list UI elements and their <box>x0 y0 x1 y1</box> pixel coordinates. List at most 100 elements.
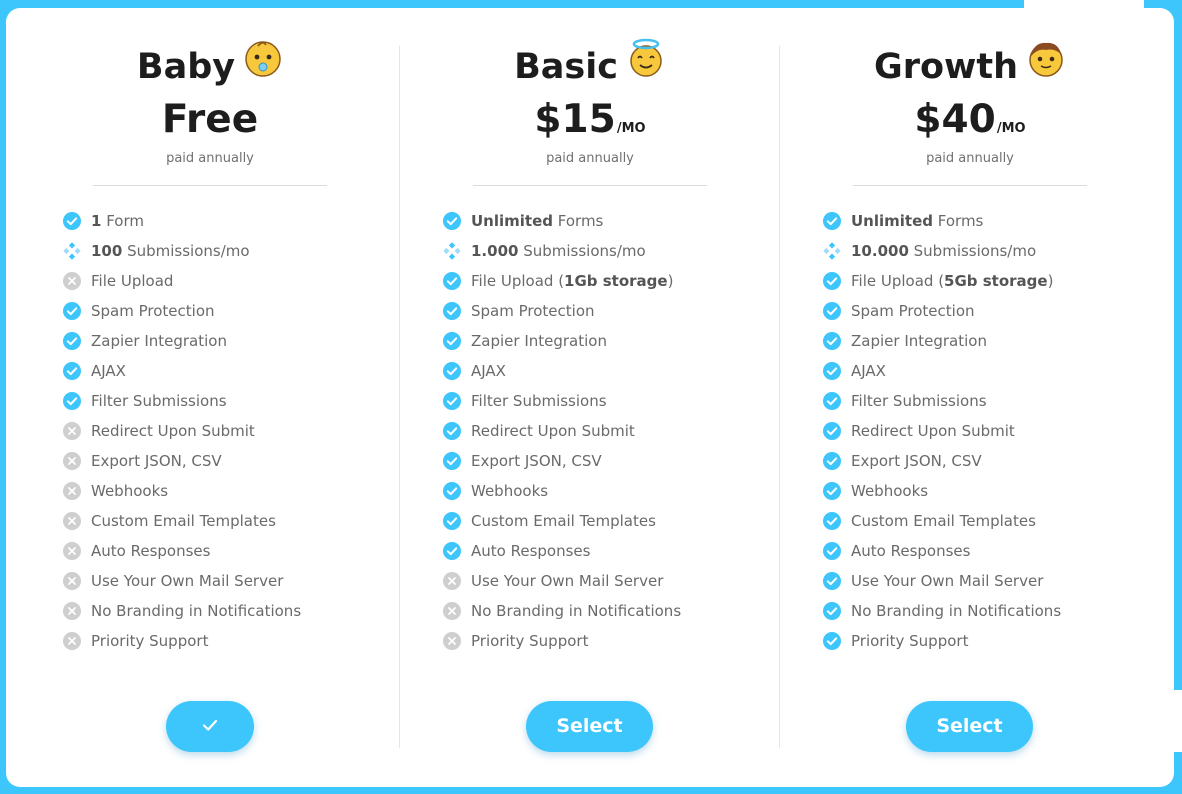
boy-face-emoji-icon <box>1026 38 1066 90</box>
feature-item: Filter Submissions <box>443 386 681 416</box>
feature-item: Webhooks <box>63 476 301 506</box>
feature-label: Custom Email Templates <box>851 506 1036 536</box>
feature-highlight: 100 <box>91 242 123 260</box>
feature-text: AJAX <box>471 362 506 380</box>
feature-item: No Branding in Notifications <box>823 596 1061 626</box>
feature-item: Auto Responses <box>63 536 301 566</box>
feature-item: Export JSON, CSV <box>823 446 1061 476</box>
feature-text: Auto Responses <box>851 542 971 560</box>
feature-item: AJAX <box>443 356 681 386</box>
feature-label: Filter Submissions <box>91 386 227 416</box>
check-circle-icon <box>63 332 81 350</box>
feature-label: Unlimited Forms <box>471 206 603 236</box>
check-circle-icon <box>443 302 461 320</box>
plan-name: Baby <box>136 47 236 87</box>
check-circle-icon <box>63 302 81 320</box>
feature-item: Redirect Upon Submit <box>63 416 301 446</box>
feature-text: Priority Support <box>91 632 209 650</box>
feature-item: 100 Submissions/mo <box>63 236 301 266</box>
feature-text: Submissions/mo <box>122 242 250 260</box>
feature-label: Export JSON, CSV <box>91 446 222 476</box>
feature-item: File Upload (5Gb storage) <box>823 266 1061 296</box>
check-circle-icon <box>63 392 81 410</box>
feature-text: Auto Responses <box>91 542 211 560</box>
cross-circle-icon <box>63 632 81 650</box>
separator <box>93 185 327 186</box>
plan-name: Basic <box>514 47 618 87</box>
feature-label: Filter Submissions <box>851 386 987 416</box>
select-basic-button[interactable]: Select <box>526 701 653 752</box>
feature-text: Custom Email Templates <box>851 512 1036 530</box>
feature-highlight: 10.000 <box>851 242 909 260</box>
angel-face-emoji-icon <box>626 38 666 90</box>
price-line: Free <box>20 96 400 144</box>
feature-label: Filter Submissions <box>471 386 607 416</box>
feature-highlight: 1 <box>91 212 102 230</box>
price-line: $40/MO <box>780 96 1160 144</box>
feature-item: Webhooks <box>443 476 681 506</box>
check-circle-icon <box>823 632 841 650</box>
selected-plan-button[interactable] <box>166 701 254 752</box>
feature-label: Webhooks <box>91 476 168 506</box>
feature-text: File Upload ( <box>851 272 945 290</box>
feature-item: Custom Email Templates <box>443 506 681 536</box>
feature-item: Zapier Integration <box>823 326 1061 356</box>
feature-text: Priority Support <box>471 632 589 650</box>
feature-text: Filter Submissions <box>851 392 987 410</box>
price-line: $15/MO <box>400 96 780 144</box>
feature-item: Filter Submissions <box>63 386 301 416</box>
feature-item: Use Your Own Mail Server <box>443 566 681 596</box>
feature-text: Export JSON, CSV <box>851 452 982 470</box>
feature-item: 1 Form <box>63 206 301 236</box>
check-circle-icon <box>63 362 81 380</box>
feature-text: Spam Protection <box>91 302 215 320</box>
feature-text: No Branding in Notifications <box>471 602 682 620</box>
feature-item: 1.000 Submissions/mo <box>443 236 681 266</box>
feature-text: ) <box>667 272 674 290</box>
feature-text: Filter Submissions <box>471 392 607 410</box>
feature-text: ) <box>1047 272 1054 290</box>
feature-item: No Branding in Notifications <box>63 596 301 626</box>
feature-text: Custom Email Templates <box>471 512 656 530</box>
feature-item: Export JSON, CSV <box>63 446 301 476</box>
feature-item: Use Your Own Mail Server <box>823 566 1061 596</box>
cross-circle-icon <box>443 572 461 590</box>
feature-label: Auto Responses <box>91 536 210 566</box>
feature-label: Redirect Upon Submit <box>471 416 635 446</box>
feature-highlight: Unlimited <box>471 212 553 230</box>
feature-text: Priority Support <box>851 632 969 650</box>
feature-text: Filter Submissions <box>91 392 227 410</box>
billing-note: paid annually <box>166 151 254 166</box>
billing-note: paid annually <box>546 151 634 166</box>
cross-circle-icon <box>63 572 81 590</box>
cross-circle-icon <box>63 542 81 560</box>
feature-text: Use Your Own Mail Server <box>91 572 284 590</box>
feature-item: Auto Responses <box>823 536 1061 566</box>
feature-label: 100 Submissions/mo <box>91 236 250 266</box>
check-circle-icon <box>63 212 81 230</box>
feature-label: No Branding in Notifications <box>851 596 1061 626</box>
select-growth-button[interactable]: Select <box>906 701 1033 752</box>
feature-text: Forms <box>933 212 984 230</box>
feature-item: Auto Responses <box>443 536 681 566</box>
check-circle-icon <box>443 362 461 380</box>
check-circle-icon <box>823 512 841 530</box>
feature-label: Priority Support <box>91 626 208 656</box>
feature-text: Redirect Upon Submit <box>471 422 635 440</box>
feature-text: Form <box>101 212 144 230</box>
check-circle-icon <box>443 392 461 410</box>
cross-circle-icon <box>63 512 81 530</box>
feature-label: Export JSON, CSV <box>471 446 602 476</box>
feature-text: No Branding in Notifications <box>91 602 302 620</box>
cross-circle-icon <box>63 482 81 500</box>
check-circle-icon <box>823 452 841 470</box>
feature-label: AJAX <box>851 356 886 386</box>
price: $15 <box>534 97 616 142</box>
feature-label: 1.000 Submissions/mo <box>471 236 646 266</box>
feature-item: Spam Protection <box>63 296 301 326</box>
feature-label: Zapier Integration <box>851 326 987 356</box>
check-circle-icon <box>443 452 461 470</box>
plan-title: Growth <box>780 42 1160 90</box>
feature-label: File Upload <box>91 266 173 296</box>
feature-label: Export JSON, CSV <box>851 446 982 476</box>
